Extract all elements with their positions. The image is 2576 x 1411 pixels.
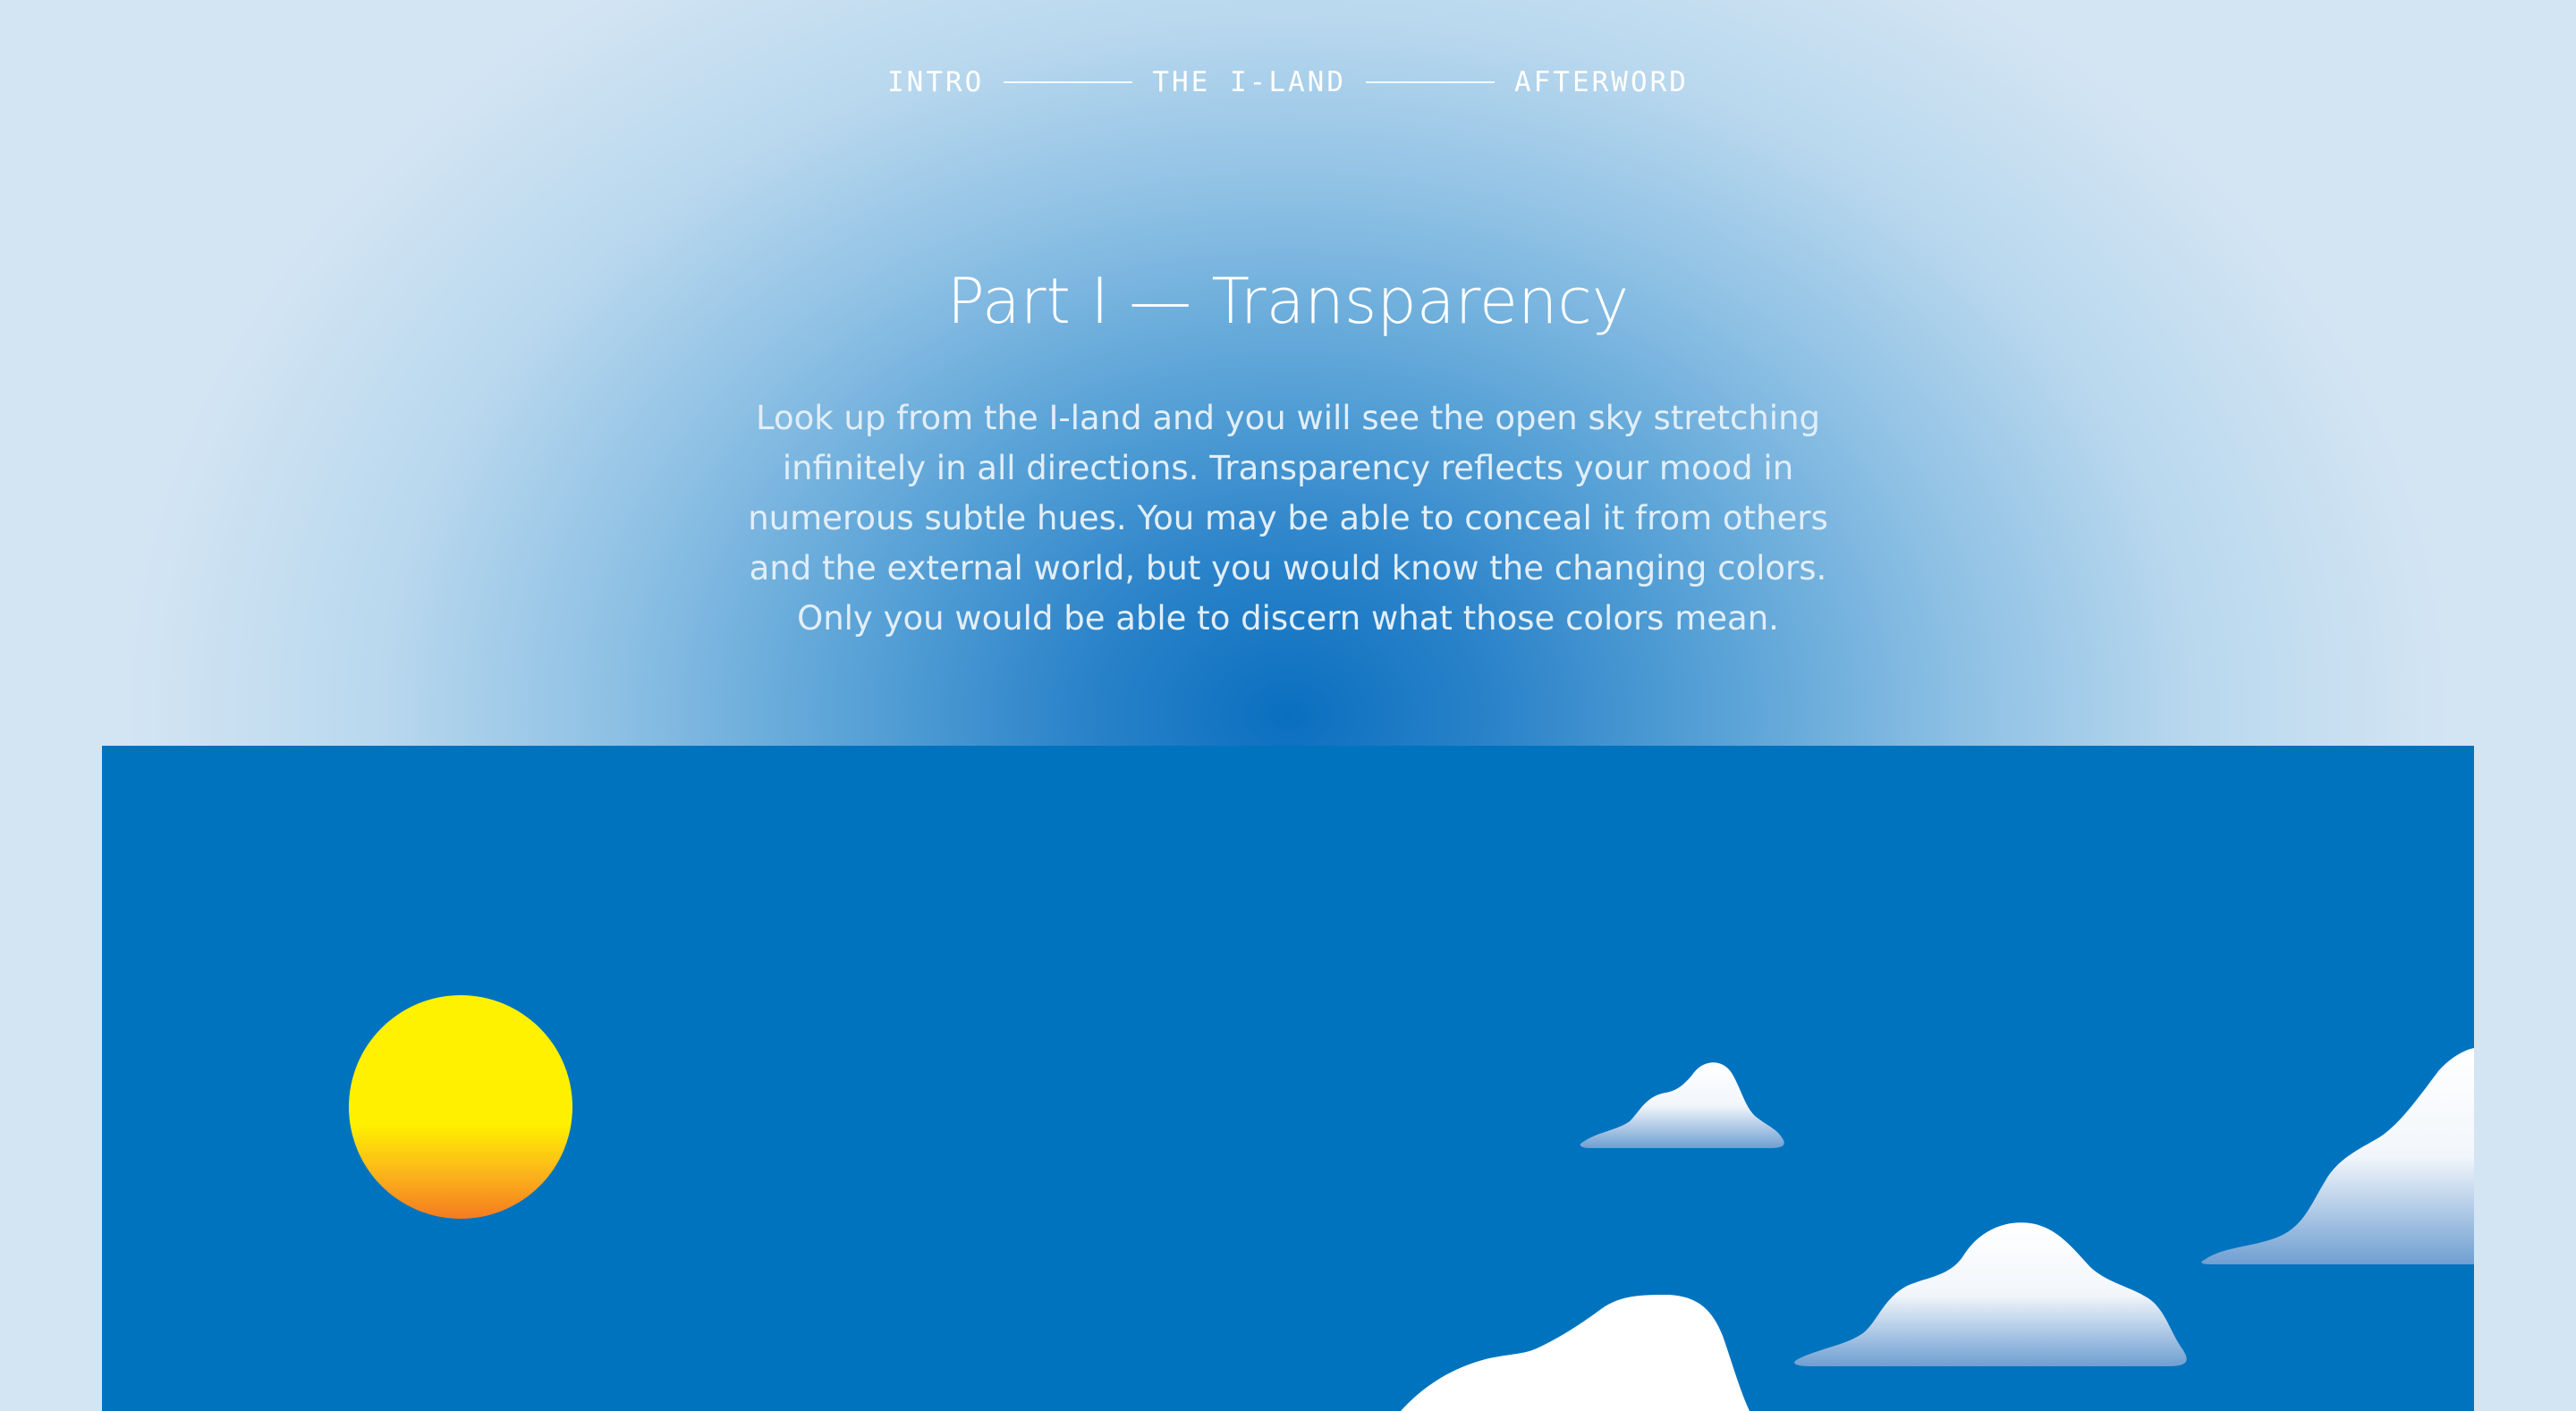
sky-scene xyxy=(102,746,2474,1411)
nav-divider xyxy=(1004,81,1133,83)
sky-illustration xyxy=(349,995,2474,1411)
sun xyxy=(349,995,572,1219)
nav-link-intro[interactable]: INTRO xyxy=(887,66,984,98)
cloud-small xyxy=(1580,1062,1784,1148)
cloud-middle xyxy=(1794,1222,2187,1366)
section-title: Part I — Transparency xyxy=(946,265,1630,338)
cloud-right-edge xyxy=(2201,1048,2474,1264)
nav-divider xyxy=(1365,81,1495,83)
section-body: Look up from the I-land and you will see… xyxy=(748,399,1828,638)
chapter-nav: INTRO THE I-LAND AFTERWORD xyxy=(0,66,2576,98)
cloud-bottom-large xyxy=(1401,1295,1750,1411)
nav-link-afterword[interactable]: AFTERWORD xyxy=(1514,66,1689,98)
nav-link-the-i-land[interactable]: THE I-LAND xyxy=(1152,66,1346,98)
